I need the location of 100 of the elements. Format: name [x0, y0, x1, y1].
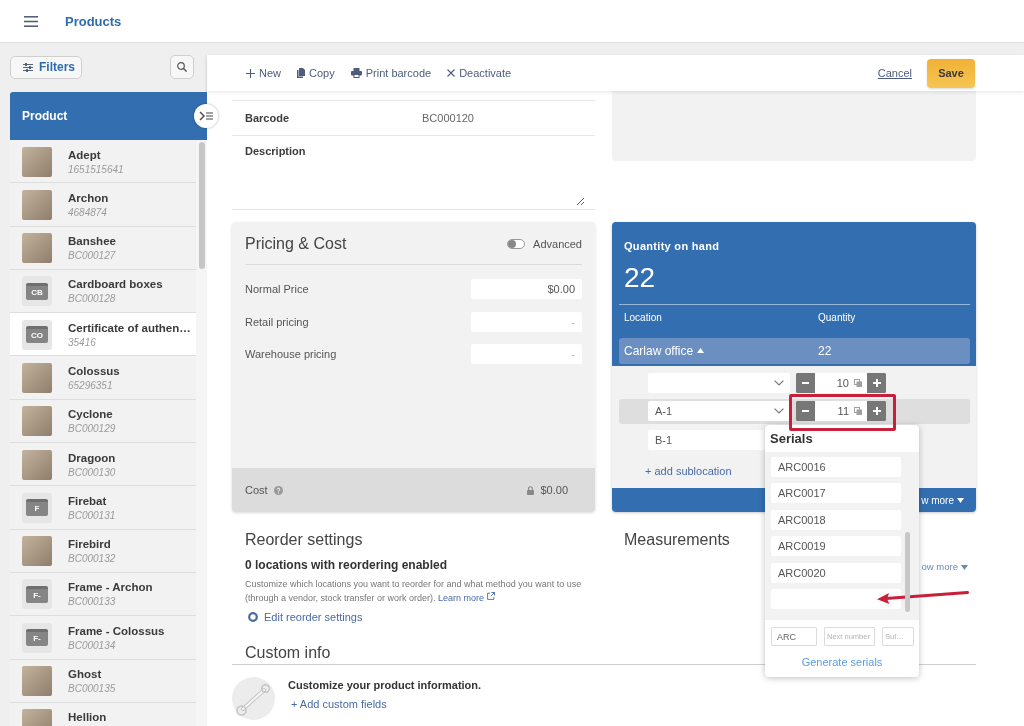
price-field[interactable]: - [471, 344, 582, 364]
barcode-value: BC000120 [422, 112, 474, 124]
printer-icon [350, 68, 362, 78]
product-code: BC000134 [68, 638, 117, 652]
chevron-list-icon [199, 111, 213, 121]
filters-button[interactable]: Filters [10, 55, 82, 79]
product-name: Frame - Colossus [68, 623, 165, 639]
thumbnail-initials: F- [26, 629, 48, 647]
product-name: Hellion [68, 710, 107, 726]
add-sublocation-link[interactable]: + add sublocation [645, 463, 732, 478]
product-code: 65296351 [68, 379, 114, 392]
product-code: BC000133 [68, 595, 117, 609]
prefix-field[interactable]: ARC [771, 627, 817, 646]
column-header: Location [624, 311, 663, 324]
product-name: Firebird [68, 537, 112, 553]
external-link-icon [487, 592, 496, 600]
product-code: 1651515641 [68, 162, 124, 176]
price-field[interactable]: - [471, 311, 582, 332]
scrollbar-thumb[interactable] [905, 532, 910, 612]
plus-icon [872, 378, 881, 387]
photo-placeholder [22, 449, 52, 480]
add-custom-fields-link[interactable]: + Add custom fields [288, 697, 387, 711]
reorder-description: Customize which locations you want to reorder for and what method you want to use (through a vendor, stock transfer or work order). Learn more [245, 578, 583, 605]
product-code: BC000131 [68, 508, 116, 522]
show-more-link[interactable]: w more [921, 494, 954, 506]
copy-button[interactable]: Copy [297, 67, 335, 79]
product-name: Banshee [68, 234, 116, 250]
caret-down-icon [957, 497, 964, 503]
product-name: Archon [68, 190, 109, 206]
toggle-switch[interactable] [507, 239, 526, 249]
thumbnail-initials: F- [26, 585, 48, 603]
documents-icon [297, 68, 305, 78]
photo-placeholder [22, 233, 52, 264]
ring-icon [248, 612, 258, 622]
toggle-label: Advanced [533, 238, 582, 250]
serial-field[interactable]: ARC0020 [771, 562, 901, 583]
copy-icon [854, 407, 862, 415]
quantity-field[interactable]: 10 [815, 372, 867, 393]
photo-placeholder [22, 406, 52, 437]
thumbnail-initials: CB [26, 282, 48, 300]
serial-field[interactable]: ARC0016 [771, 457, 901, 477]
new-button[interactable]: New [246, 67, 281, 79]
product-code: BC000130 [68, 465, 116, 479]
section-title: Custom info [245, 643, 331, 663]
sublocation-select[interactable]: B-1 [648, 429, 765, 450]
plus-icon [872, 407, 881, 415]
quantity-field[interactable]: 11 [815, 401, 867, 421]
product-name: Colossus [68, 364, 120, 379]
location-quantity: 22 [818, 343, 833, 358]
serial-field[interactable]: ARC0019 [771, 536, 901, 557]
show-more-link[interactable]: ow more [921, 560, 958, 574]
reorder-summary: 0 locations with reordering enabled [245, 558, 448, 573]
minus-icon [802, 410, 809, 412]
help-icon [273, 485, 283, 495]
chevron-down-icon [774, 408, 784, 414]
serial-field[interactable] [771, 588, 901, 609]
product-code: 35416 [68, 335, 97, 349]
deactivate-button[interactable]: Deactivate [447, 67, 512, 79]
price-field[interactable]: $0.00 [471, 279, 582, 299]
search-icon [177, 62, 187, 72]
field-label: Barcode [245, 111, 291, 125]
plus-icon [246, 68, 255, 78]
photo-placeholder [22, 666, 52, 697]
caret-down-icon [961, 564, 968, 570]
location-name: Carlaw office [624, 343, 694, 358]
quantity-title: Quantity on hand [623, 239, 721, 253]
photo-placeholder [22, 536, 52, 567]
learn-more-link[interactable]: Learn more [438, 593, 485, 603]
serial-field[interactable]: ARC0017 [771, 483, 901, 504]
photo-placeholder [22, 363, 52, 393]
edit-reorder-link[interactable]: Edit reorder settings [245, 610, 363, 624]
product-code: BC000132 [68, 552, 116, 566]
scrollbar-thumb[interactable] [199, 142, 205, 269]
menu-icon[interactable] [24, 15, 38, 27]
product-name: Ghost [68, 667, 103, 683]
product-name: Dragoon [68, 450, 116, 466]
search-button[interactable] [170, 55, 194, 79]
minus-icon [802, 381, 809, 384]
photo-placeholder [22, 189, 52, 220]
sublocation-select[interactable]: A-1 [648, 401, 790, 421]
quantity-total: 22 [623, 262, 657, 294]
product-name: Frame - Archon [68, 580, 153, 596]
product-code: 4684874 [68, 205, 108, 219]
close-icon [447, 69, 456, 77]
cancel-link[interactable]: Cancel [877, 67, 912, 79]
product-name: Cyclone [68, 407, 114, 423]
product-name: Adept [68, 147, 102, 163]
cost-label: Cost [245, 484, 268, 496]
product-list-item[interactable]: CO Certificate of authen… 35416 [10, 313, 196, 357]
save-button[interactable]: Save [927, 58, 975, 88]
serial-field[interactable]: ARC0018 [771, 509, 901, 530]
field-label: Warehouse pricing [245, 348, 337, 360]
field-label: Retail pricing [245, 315, 309, 328]
print-barcode-button[interactable]: Print barcode [350, 67, 432, 79]
card-title: Pricing & Cost [245, 234, 347, 254]
product-code: BC000129 [68, 422, 116, 436]
product-code: BC000135 [68, 682, 116, 696]
wrench-icon [232, 677, 275, 720]
thumbnail-initials: CO [26, 326, 48, 344]
column-header: Quantity [818, 311, 857, 324]
